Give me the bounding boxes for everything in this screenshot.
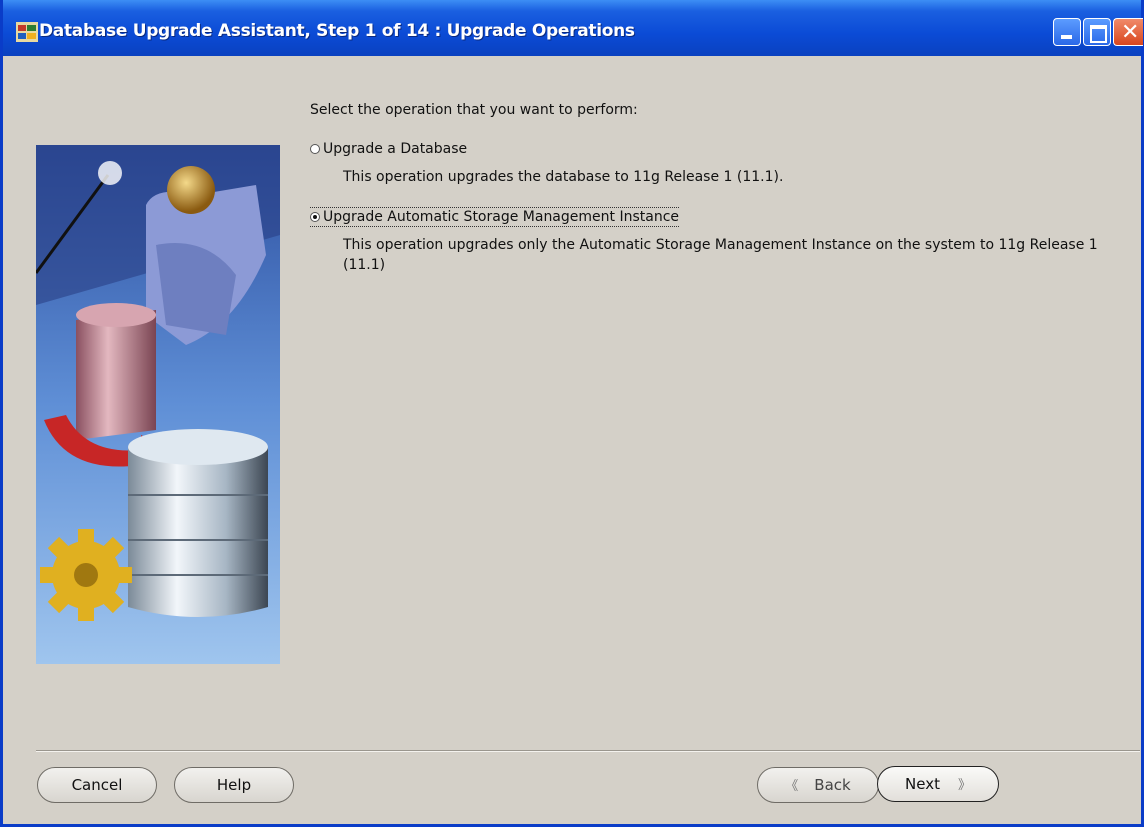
cancel-button[interactable]: Cancel bbox=[37, 767, 157, 803]
upgrade-asm-option[interactable]: Upgrade Automatic Storage Management Ins… bbox=[310, 207, 680, 227]
dbua-window: Database Upgrade Assistant, Step 1 of 14… bbox=[0, 0, 1144, 827]
upgrade-database-label: Upgrade a Database bbox=[323, 141, 468, 157]
next-button[interactable]: Next 》 bbox=[877, 766, 999, 802]
upgrade-database-option[interactable]: Upgrade a Database bbox=[310, 141, 467, 157]
upgrade-asm-description: This operation upgrades only the Automat… bbox=[343, 237, 1098, 273]
next-arrow-icon: 》 bbox=[957, 778, 971, 793]
upgrade-database-description: This operation upgrades the database to … bbox=[343, 169, 784, 185]
operation-prompt: Select the operation that you want to pe… bbox=[310, 102, 638, 118]
back-arrow-icon: 《 bbox=[785, 779, 799, 794]
title-bar[interactable]: Database Upgrade Assistant, Step 1 of 14… bbox=[3, 0, 1143, 56]
window-title: Database Upgrade Assistant, Step 1 of 14… bbox=[39, 21, 635, 41]
back-button[interactable]: 《 Back bbox=[757, 767, 879, 803]
help-button[interactable]: Help bbox=[174, 767, 294, 803]
minimize-button[interactable] bbox=[1053, 18, 1081, 46]
maximize-button[interactable] bbox=[1083, 18, 1111, 46]
upgrade-database-radio[interactable] bbox=[310, 144, 320, 154]
upgrade-asm-radio[interactable] bbox=[310, 212, 320, 222]
button-separator bbox=[36, 750, 1140, 752]
close-icon: ✕ bbox=[1121, 20, 1140, 45]
close-button[interactable]: ✕ bbox=[1113, 18, 1143, 46]
app-icon bbox=[16, 22, 38, 42]
next-label: Next bbox=[905, 775, 940, 793]
wizard-illustration bbox=[36, 145, 280, 664]
upgrade-asm-label: Upgrade Automatic Storage Management Ins… bbox=[323, 209, 680, 225]
back-label: Back bbox=[814, 776, 851, 794]
